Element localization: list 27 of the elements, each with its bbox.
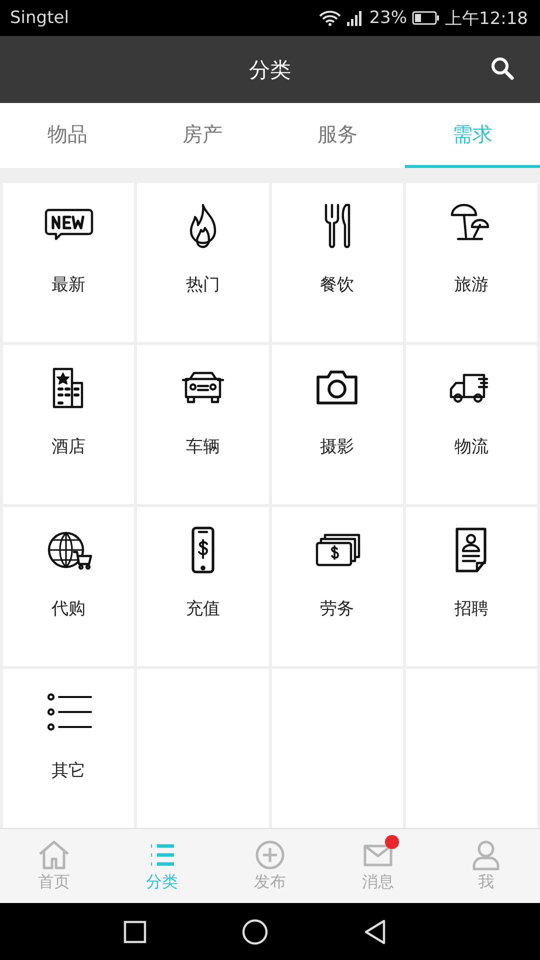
clock-time: 上午12:18	[445, 8, 528, 30]
category-tile[interactable]: 热门	[137, 183, 268, 342]
category-tile[interactable]: 劳务	[272, 507, 403, 666]
battery-percent: 23%	[369, 8, 407, 28]
category-tile[interactable]: 代购	[3, 507, 134, 666]
category-tile[interactable]: 旅游	[406, 183, 537, 342]
category-tile[interactable]: 车辆	[137, 345, 268, 504]
carrier-name: Singtel	[10, 8, 69, 28]
page-title: 分类	[249, 56, 291, 84]
recent-apps-icon[interactable]	[123, 920, 147, 944]
category-tile[interactable]: 餐饮	[272, 183, 403, 342]
category-tile[interactable]: 招聘	[406, 507, 537, 666]
wifi-icon	[319, 10, 342, 26]
category-tile[interactable]: 物流	[406, 345, 537, 504]
plus-circle-icon	[253, 839, 287, 871]
home-icon	[37, 839, 71, 871]
battery-icon	[412, 11, 440, 25]
back-icon[interactable]	[363, 918, 387, 944]
category-tile[interactable]: 酒店	[3, 345, 134, 504]
signal-icon	[346, 10, 364, 26]
category-tile[interactable]: 其它	[3, 669, 134, 828]
search-button[interactable]	[490, 56, 516, 82]
category-tile[interactable]: 摄影	[272, 345, 403, 504]
category-tile[interactable]: 最新	[3, 183, 134, 342]
search-icon	[490, 56, 514, 80]
category-tile[interactable]: 充值	[137, 507, 268, 666]
home-circle-icon[interactable]	[242, 918, 268, 944]
